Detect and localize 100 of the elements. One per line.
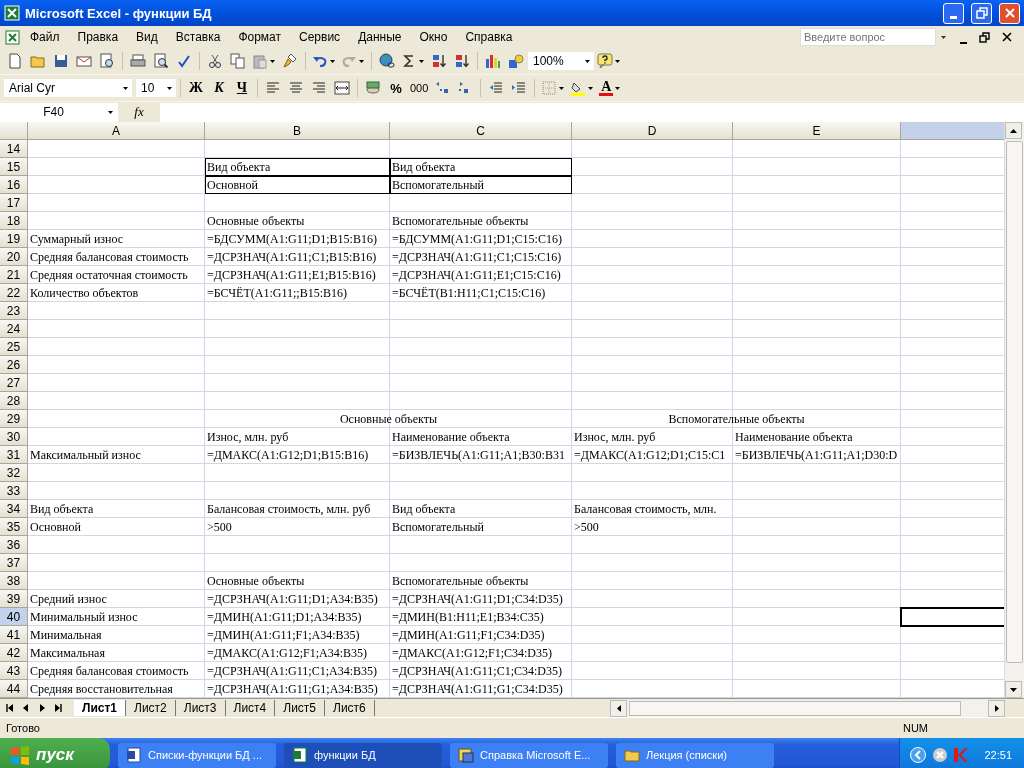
menu-item[interactable]: Правка	[68, 28, 128, 46]
row-header[interactable]: 22	[0, 284, 28, 302]
table-cell-text: =ДСРЗНАЧ(A1:G11;E1;B15:B16)	[206, 267, 377, 284]
table-cell-text: =БДСУММ(A1:G11;D1;C15:C16)	[391, 231, 563, 248]
menu-item[interactable]: Вид	[127, 28, 167, 46]
sheet-tab[interactable]: Лист4	[225, 700, 276, 716]
zoom-field[interactable]: 100%	[528, 52, 594, 70]
table-cell-text: Основные объекты	[206, 213, 306, 230]
table-cell-text: =ДМИН(B1:H11;E1;B34:C35)	[391, 609, 545, 626]
menu-item[interactable]: Данные	[349, 28, 411, 46]
row-header[interactable]: 29	[0, 410, 28, 428]
window-title: Microsoft Excel - функции БД	[25, 5, 213, 21]
menu-item[interactable]: Окно	[410, 28, 457, 46]
sheet-tab[interactable]: Лист5	[275, 700, 326, 716]
table-cell: Вид объекта	[390, 158, 572, 176]
column-header[interactable]: C	[390, 122, 572, 140]
table-cell-text: Средняя остаточная стоимость	[29, 267, 189, 284]
row-header[interactable]: 19	[0, 230, 28, 248]
table-cell-text: Балансовая стоимость, млн. руб	[206, 501, 372, 518]
row-header[interactable]: 18	[0, 212, 28, 230]
menu-item[interactable]: Файл	[21, 28, 69, 46]
row-header[interactable]: 23	[0, 302, 28, 320]
italic-button[interactable]: К	[208, 77, 230, 99]
table-cell-text: Балансовая стоимость, млн.	[573, 501, 718, 518]
taskbar-button[interactable]: функции БД	[284, 742, 442, 768]
row-header[interactable]: 37	[0, 554, 28, 572]
row-header[interactable]: 36	[0, 536, 28, 554]
thousands-button[interactable]: 000	[408, 77, 431, 99]
row-header[interactable]: 16	[0, 176, 28, 194]
row-header[interactable]: 39	[0, 590, 28, 608]
table-cell-text: Вид объекта	[29, 501, 95, 518]
column-header[interactable]: A	[28, 122, 205, 140]
row-header[interactable]: 34	[0, 500, 28, 518]
row-header[interactable]: 17	[0, 194, 28, 212]
row-header[interactable]: 38	[0, 572, 28, 590]
menu-item[interactable]: Вставка	[166, 28, 230, 46]
table-cell-text: =ДМИН(A1:G11;F1;A34:B35)	[206, 627, 361, 644]
table-cell-text: Суммарный износ	[29, 231, 125, 248]
table-cell-text: Средний износ	[29, 591, 108, 608]
row-header[interactable]: 25	[0, 338, 28, 356]
bold-button[interactable]: Ж	[185, 77, 207, 99]
row-header[interactable]: 41	[0, 626, 28, 644]
menu-item[interactable]: Формат	[229, 28, 291, 46]
table-cell-text: =ДМАКС(A1:G12;D1;C15:C1	[573, 447, 727, 464]
table-cell-text: =ДМИН(A1:G11;D1;A34:B35)	[206, 609, 363, 626]
taskbar-button[interactable]: Справка Microsoft E...	[450, 742, 608, 768]
table-cell: Вид объекта	[205, 158, 390, 176]
percent-button[interactable]: %	[385, 77, 407, 99]
row-header[interactable]: 15	[0, 158, 28, 176]
row-header[interactable]: 20	[0, 248, 28, 266]
taskbar-button[interactable]: Списки-функции БД ...	[118, 742, 276, 768]
font-field[interactable]: Arial Cyr	[4, 79, 132, 97]
name-box[interactable]: F40	[0, 102, 118, 122]
table-cell-text: Вспомогательные объекты	[391, 213, 530, 230]
row-header[interactable]: 32	[0, 464, 28, 482]
table-cell-text: =ДСРЗНАЧ(A1:G11;G1;A34:B35)	[206, 681, 379, 698]
row-header[interactable]: 14	[0, 140, 28, 158]
table-cell-text: Средняя балансовая стоимость	[29, 249, 190, 266]
row-header[interactable]: 40	[0, 608, 28, 626]
table-cell-text: Вид объекта	[391, 501, 457, 518]
table-cell-text: Средняя балансовая стоимость	[29, 663, 190, 680]
column-header[interactable]: E	[733, 122, 901, 140]
row-header[interactable]: 27	[0, 374, 28, 392]
row-header[interactable]: 42	[0, 644, 28, 662]
table-cell-text: >500	[206, 519, 233, 536]
table-cell-text: Износ, млн. руб	[573, 429, 657, 446]
status-text: Готово	[6, 722, 40, 734]
sheet-tab[interactable]: Лист3	[175, 700, 226, 716]
row-header[interactable]: 33	[0, 482, 28, 500]
sheet-tab[interactable]: Лист6	[325, 700, 375, 716]
row-header[interactable]: 24	[0, 320, 28, 338]
table-cell-text: =ДСРЗНАЧ(A1:G11;C1;C34:D35)	[391, 663, 563, 680]
table-cell-text: =ДСРЗНАЧ(A1:G11;D1;C34:D35)	[391, 591, 564, 608]
row-header[interactable]: 21	[0, 266, 28, 284]
table-cell-text: Максимальный износ	[29, 447, 142, 464]
table-cell-text: =БИЗВЛЕЧЬ(A1:G11;A1;B30:B31	[391, 447, 566, 464]
row-header[interactable]: 26	[0, 356, 28, 374]
menu-item[interactable]: Сервис	[290, 28, 350, 46]
row-header[interactable]: 28	[0, 392, 28, 410]
row-header[interactable]: 44	[0, 680, 28, 698]
table-cell-text: =ДСРЗНАЧ(A1:G11;E1;C15:C16)	[391, 267, 562, 284]
sheet-tab[interactable]: Лист1	[74, 700, 127, 716]
underline-button[interactable]: Ч	[231, 77, 253, 99]
table-cell-text: Вспомогательный	[391, 519, 485, 536]
column-header[interactable]: B	[205, 122, 390, 140]
insert-function-button[interactable]: fx	[126, 104, 152, 120]
sheet-tab[interactable]: Лист2	[126, 700, 176, 716]
row-header[interactable]: 43	[0, 662, 28, 680]
row-header[interactable]: 31	[0, 446, 28, 464]
table-cell-text: Наименование объекта	[734, 429, 854, 446]
font-size-field[interactable]: 10	[136, 79, 176, 97]
font-color-button[interactable]: A	[597, 77, 624, 99]
row-header[interactable]: 30	[0, 428, 28, 446]
row-header[interactable]: 35	[0, 518, 28, 536]
column-header[interactable]: D	[572, 122, 733, 140]
num-lock-indicator: NUM	[902, 722, 928, 734]
table-cell-text: Основные объекты	[206, 573, 306, 590]
menu-item[interactable]: Справка	[456, 28, 522, 46]
taskbar-button[interactable]: Лекция (списки)	[616, 742, 774, 768]
help-search-field[interactable]: Введите вопрос	[800, 28, 936, 46]
